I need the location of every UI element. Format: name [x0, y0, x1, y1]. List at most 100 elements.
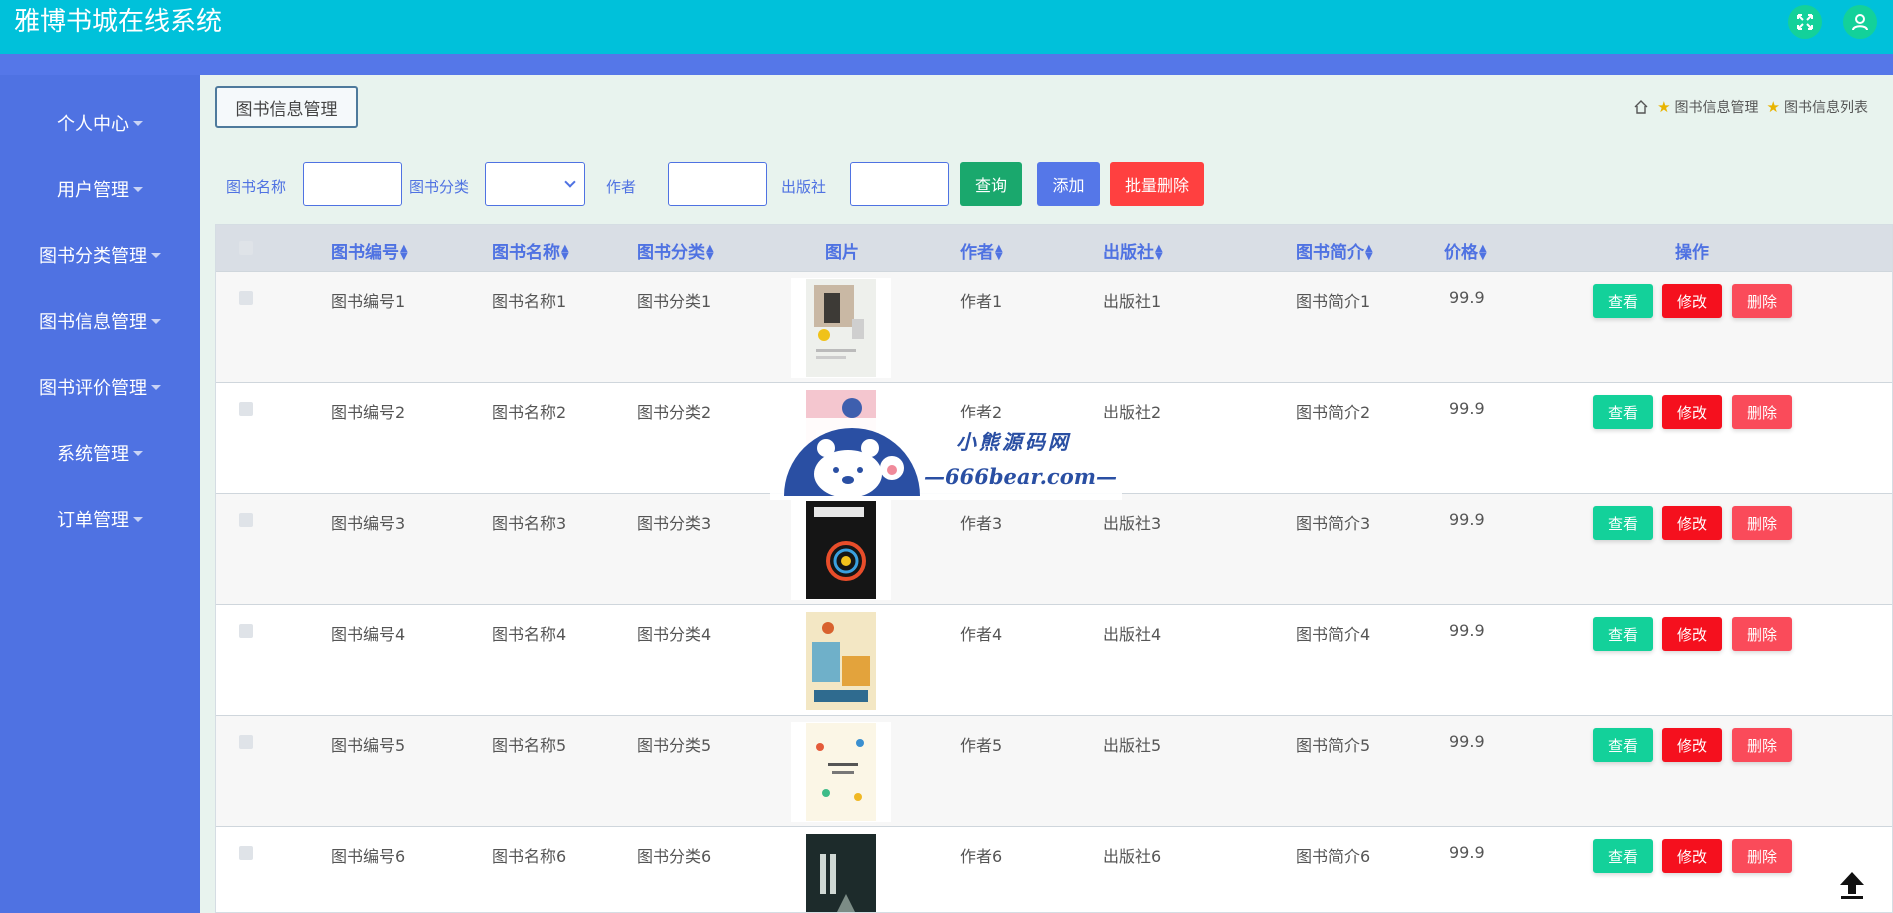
delete-button[interactable]: 删除: [1732, 617, 1792, 651]
row-checkbox[interactable]: [239, 735, 253, 749]
book-cover-image: [791, 722, 891, 822]
view-button[interactable]: 查看: [1593, 728, 1653, 762]
breadcrumb-item[interactable]: 图书信息管理: [1675, 97, 1759, 117]
batch-delete-button[interactable]: 批量删除: [1110, 162, 1204, 206]
header-price[interactable]: 价格▲ ▼: [1444, 238, 1487, 263]
sidebar-item-label: 图书分类管理: [39, 246, 147, 267]
category-label: 图书分类: [409, 178, 470, 196]
cell-price: 99.9: [1449, 288, 1485, 307]
header-image: 图片: [825, 243, 859, 263]
author-label: 作者: [606, 178, 637, 196]
cell-author: 作者6: [960, 847, 1003, 866]
edit-button[interactable]: 修改: [1662, 395, 1722, 429]
chevron-down-icon: [564, 176, 576, 188]
row-checkbox[interactable]: [239, 402, 253, 416]
table-row: 图书编号6 图书名称6 图书分类6 作者6 出版社6 图书简介6 99.9 查看…: [216, 826, 1892, 912]
scroll-to-top-button[interactable]: [1834, 866, 1870, 902]
row-checkbox[interactable]: [239, 291, 253, 305]
watermark: 小熊源码网 —666bear.com—: [770, 418, 1122, 500]
view-button[interactable]: 查看: [1593, 395, 1653, 429]
fullscreen-button[interactable]: [1788, 5, 1822, 39]
sidebar-item-personal-center[interactable]: 个人中心: [0, 103, 200, 143]
table-row: 图书编号3 图书名称3 图书分类3 作者3 出版社3 图书简介3 99.9 查看…: [216, 493, 1892, 604]
cell-code: 图书编号2: [331, 403, 406, 422]
user-button[interactable]: [1843, 5, 1877, 39]
view-button[interactable]: 查看: [1593, 284, 1653, 318]
sidebar-item-review-management[interactable]: 图书评价管理: [0, 367, 200, 407]
sort-icon: ▲ ▼: [706, 243, 714, 262]
delete-button[interactable]: 删除: [1732, 506, 1792, 540]
header-code[interactable]: 图书编号▲ ▼: [331, 238, 408, 263]
select-all-checkbox[interactable]: [239, 241, 253, 255]
edit-button[interactable]: 修改: [1662, 506, 1722, 540]
sidebar-item-book-info-management[interactable]: 图书信息管理: [0, 301, 200, 341]
category-select[interactable]: [485, 162, 585, 206]
cell-code: 图书编号6: [331, 847, 406, 866]
cell-author: 作者4: [960, 625, 1003, 644]
tab-book-info-management[interactable]: 图书信息管理: [215, 86, 358, 128]
edit-button[interactable]: 修改: [1662, 284, 1722, 318]
edit-button[interactable]: 修改: [1662, 728, 1722, 762]
delete-button[interactable]: 删除: [1732, 728, 1792, 762]
sort-icon: ▲ ▼: [561, 243, 569, 262]
name-search-input[interactable]: [303, 162, 402, 206]
cell-code: 图书编号5: [331, 736, 406, 755]
header-label: 作者: [960, 243, 994, 263]
cell-publisher: 出版社3: [1103, 514, 1162, 533]
delete-button[interactable]: 删除: [1732, 284, 1792, 318]
table-header: 图书编号▲ ▼ 图书名称▲ ▼ 图书分类▲ ▼ 图片 作者▲ ▼ 出版社▲ ▼ 图书简介▲…: [216, 225, 1892, 271]
book-cover-image: [791, 278, 891, 378]
cell-author: 作者5: [960, 736, 1003, 755]
cell-name: 图书名称5: [492, 736, 567, 755]
cell-price: 99.9: [1449, 621, 1485, 640]
header-band: [0, 54, 1893, 75]
header-category[interactable]: 图书分类▲ ▼: [637, 238, 714, 263]
header-author[interactable]: 作者▲ ▼: [960, 238, 1003, 263]
cell-author: 作者3: [960, 514, 1003, 533]
sidebar-item-label: 系统管理: [57, 444, 129, 465]
sort-icon: ▲ ▼: [1365, 243, 1373, 262]
row-checkbox[interactable]: [239, 846, 253, 860]
book-cover-image: [791, 833, 891, 912]
sidebar-item-label: 个人中心: [57, 114, 129, 135]
header-publisher[interactable]: 出版社▲ ▼: [1103, 238, 1163, 263]
arrow-up-icon: [1840, 872, 1864, 899]
author-search-input[interactable]: [668, 162, 767, 206]
caret-down-icon: [133, 120, 143, 126]
sidebar-item-system-management[interactable]: 系统管理: [0, 433, 200, 473]
cell-category: 图书分类3: [637, 514, 712, 533]
cell-publisher: 出版社6: [1103, 847, 1162, 866]
cell-code: 图书编号4: [331, 625, 406, 644]
header-name[interactable]: 图书名称▲ ▼: [492, 238, 569, 263]
sidebar-item-order-management[interactable]: 订单管理: [0, 499, 200, 539]
view-button[interactable]: 查看: [1593, 839, 1653, 873]
header-label: 图书分类: [637, 243, 705, 263]
sidebar-item-label: 图书评价管理: [39, 378, 147, 399]
search-bar: 图书名称 图书分类 作者 出版社 查询 添加 批量删除: [200, 162, 1893, 208]
sidebar: 个人中心 用户管理 图书分类管理 图书信息管理 图书评价管理 系统管理 订单管理: [0, 75, 200, 913]
sidebar-item-user-management[interactable]: 用户管理: [0, 169, 200, 209]
cell-publisher: 出版社4: [1103, 625, 1162, 644]
row-checkbox[interactable]: [239, 624, 253, 638]
view-button[interactable]: 查看: [1593, 617, 1653, 651]
row-checkbox[interactable]: [239, 513, 253, 527]
edit-button[interactable]: 修改: [1662, 839, 1722, 873]
publisher-search-input[interactable]: [850, 162, 949, 206]
add-button[interactable]: 添加: [1037, 162, 1100, 206]
sidebar-item-category-management[interactable]: 图书分类管理: [0, 235, 200, 275]
query-button[interactable]: 查询: [960, 162, 1022, 206]
delete-button[interactable]: 删除: [1732, 395, 1792, 429]
cell-intro: 图书简介1: [1296, 292, 1371, 311]
delete-button[interactable]: 删除: [1732, 839, 1792, 873]
header-intro[interactable]: 图书简介▲ ▼: [1296, 238, 1373, 263]
view-button[interactable]: 查看: [1593, 506, 1653, 540]
sidebar-item-label: 用户管理: [57, 180, 129, 201]
cell-name: 图书名称6: [492, 847, 567, 866]
edit-button[interactable]: 修改: [1662, 617, 1722, 651]
publisher-label: 出版社: [781, 178, 827, 196]
header-label: 图书编号: [331, 243, 399, 263]
breadcrumb: ★ 图书信息管理 ★ 图书信息列表: [1633, 97, 1868, 117]
cell-category: 图书分类6: [637, 847, 712, 866]
breadcrumb-item: 图书信息列表: [1784, 100, 1868, 116]
cell-publisher: 出版社1: [1103, 292, 1162, 311]
